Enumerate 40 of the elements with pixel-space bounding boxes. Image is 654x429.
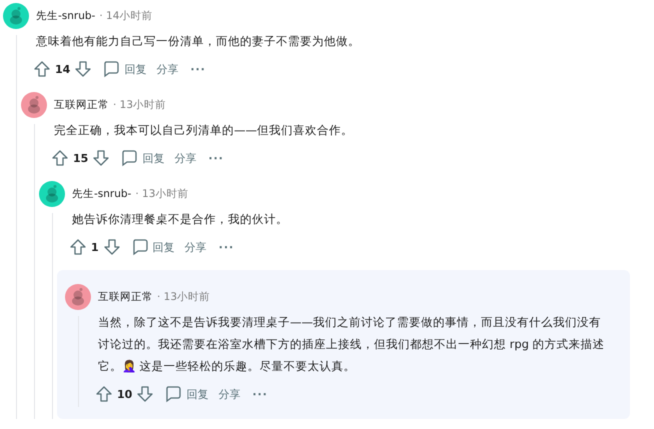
reply-button[interactable]: 回复 — [130, 238, 175, 256]
comment-text: 完全正确，我本可以自己列清单的——但我们喜欢合作。 — [54, 122, 354, 139]
reply-button[interactable]: 回复 — [102, 60, 146, 78]
username[interactable]: 互联网正常 — [54, 98, 109, 112]
reply-button[interactable]: 回复 — [120, 149, 164, 167]
vote-count: 15 — [73, 152, 88, 164]
timestamp: · 14小时前 — [99, 9, 152, 23]
comment-icon — [120, 149, 138, 167]
timestamp: · 13小时前 — [135, 187, 188, 201]
more-button[interactable]: ··· — [218, 240, 234, 254]
upvote-button[interactable] — [33, 60, 51, 78]
downvote-button[interactable] — [92, 149, 110, 167]
username[interactable]: 先生-snrub- — [36, 9, 96, 23]
more-button[interactable]: ··· — [190, 62, 206, 76]
comment-icon — [164, 385, 182, 403]
username[interactable]: 互联网正常 — [98, 290, 153, 304]
share-button[interactable]: 分享 — [218, 386, 240, 402]
downvote-button[interactable] — [136, 385, 154, 403]
vote-count: 14 — [55, 62, 70, 76]
more-button[interactable]: ··· — [252, 388, 268, 400]
upvote-button[interactable] — [51, 149, 69, 167]
share-button[interactable]: 分享 — [156, 62, 178, 76]
share-button[interactable]: 分享 — [174, 150, 196, 166]
downvote-button[interactable] — [102, 238, 121, 256]
upvote-button[interactable] — [69, 238, 87, 256]
timestamp: · 13小时前 — [113, 98, 166, 112]
comment-icon — [102, 60, 120, 78]
downvote-button[interactable] — [74, 60, 92, 78]
share-button[interactable]: 分享 — [184, 240, 207, 254]
username[interactable]: 先生-snrub- — [72, 187, 132, 201]
vote-count: 10 — [117, 388, 132, 400]
upvote-button[interactable] — [95, 385, 113, 403]
comment-icon — [130, 238, 149, 256]
timestamp: · 13小时前 — [157, 290, 210, 304]
comment-text: 当然，除了这不是告诉我要清理桌子——我们之前讨论了需要做的事情，而且没有什么我们没有讨论过的。我还需要在浴室水槽下方的插座上接线，但我们都想不出一种幻想 rpg 的方式来描述它。🤦‍♀ 这是一些轻松的乐趣。尽量不要太认真。 — [98, 314, 606, 375]
comment-text: 她告诉你清理餐桌不是合作，我的伙计。 — [72, 211, 289, 228]
more-button[interactable]: ··· — [208, 152, 224, 164]
vote-count: 1 — [91, 240, 99, 254]
comment-text: 意味着他有能力自己写一份清单，而他的妻子不需要为他做。 — [36, 33, 361, 50]
reply-button[interactable]: 回复 — [164, 385, 208, 403]
